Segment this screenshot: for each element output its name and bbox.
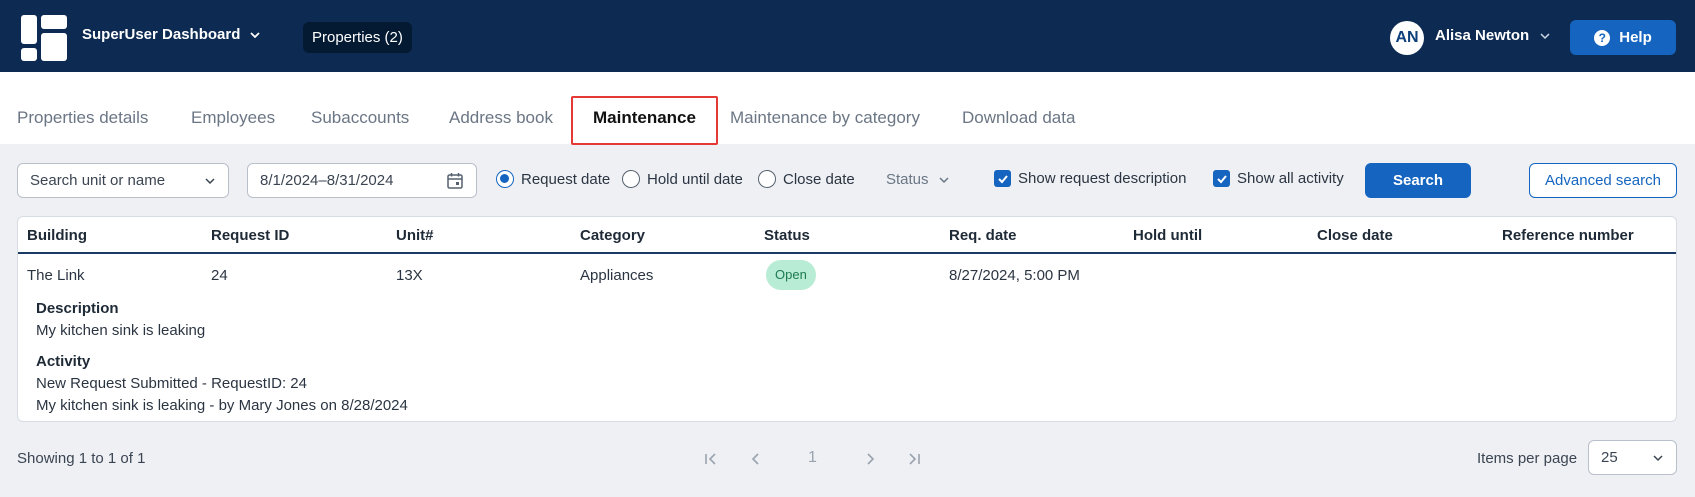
radio-label: Close date bbox=[783, 170, 855, 188]
items-per-page-label: Items per page bbox=[1477, 450, 1578, 467]
tab-subaccounts[interactable]: Subaccounts bbox=[311, 108, 409, 128]
help-label: Help bbox=[1619, 29, 1652, 46]
unit-search-value: Search unit or name bbox=[30, 172, 166, 189]
column-header-hold-until[interactable]: Hold until bbox=[1133, 227, 1202, 244]
tab-download-data[interactable]: Download data bbox=[962, 108, 1075, 128]
tab-address-book[interactable]: Address book bbox=[449, 108, 553, 128]
previous-page-icon[interactable] bbox=[748, 451, 764, 467]
column-header-req-date[interactable]: Req. date bbox=[949, 227, 1017, 244]
radio-label: Hold until date bbox=[647, 170, 743, 188]
checkbox-checked-icon[interactable] bbox=[994, 170, 1011, 187]
cell-category: Appliances bbox=[580, 267, 654, 284]
column-header-unit[interactable]: Unit# bbox=[396, 227, 434, 244]
maintenance-table: Building Request ID Unit# Category Statu… bbox=[17, 216, 1677, 422]
items-per-page-select[interactable]: 25 bbox=[1588, 440, 1677, 475]
status-badge: Open bbox=[766, 260, 816, 290]
header-divider bbox=[18, 252, 1676, 254]
column-header-reference-number[interactable]: Reference number bbox=[1502, 227, 1634, 244]
properties-button[interactable]: Properties (2) bbox=[303, 22, 412, 53]
date-range-input[interactable]: 8/1/2024–8/31/2024 bbox=[247, 163, 477, 198]
radio-close-date[interactable]: Close date bbox=[758, 170, 855, 188]
description-heading: Description bbox=[36, 300, 119, 317]
advanced-search-button[interactable]: Advanced search bbox=[1529, 163, 1677, 198]
top-bar: SuperUser Dashboard Properties (2) AN Al… bbox=[0, 0, 1695, 72]
first-page-icon[interactable] bbox=[703, 451, 719, 467]
chevron-down-icon bbox=[1540, 32, 1550, 39]
date-range-value: 8/1/2024–8/31/2024 bbox=[260, 172, 394, 189]
radio-button[interactable] bbox=[622, 170, 640, 188]
cell-request-id: 24 bbox=[211, 267, 228, 284]
page-number[interactable]: 1 bbox=[808, 449, 817, 467]
checkbox-label: Show all activity bbox=[1237, 170, 1344, 187]
radio-hold-until-date[interactable]: Hold until date bbox=[622, 170, 743, 188]
help-button[interactable]: ? Help bbox=[1570, 20, 1676, 55]
chevron-down-icon bbox=[250, 31, 261, 38]
cell-req-date: 8/27/2024, 5:00 PM bbox=[949, 267, 1080, 284]
tab-bar: Properties details Employees Subaccounts… bbox=[0, 72, 1695, 144]
status-dropdown[interactable]: Status bbox=[886, 171, 950, 188]
search-button[interactable]: Search bbox=[1365, 163, 1471, 198]
checkbox-checked-icon[interactable] bbox=[1213, 170, 1230, 187]
next-page-icon[interactable] bbox=[862, 451, 878, 467]
tab-maintenance-by-category[interactable]: Maintenance by category bbox=[730, 108, 920, 128]
items-per-page-value: 25 bbox=[1601, 449, 1618, 466]
column-header-request-id[interactable]: Request ID bbox=[211, 227, 289, 244]
avatar[interactable]: AN bbox=[1390, 21, 1424, 55]
dashboard-switcher[interactable]: SuperUser Dashboard bbox=[82, 26, 262, 43]
column-header-building[interactable]: Building bbox=[27, 227, 87, 244]
radio-button-selected[interactable] bbox=[496, 170, 514, 188]
radio-button[interactable] bbox=[758, 170, 776, 188]
last-page-icon[interactable] bbox=[906, 451, 922, 467]
radio-request-date[interactable]: Request date bbox=[496, 170, 610, 188]
radio-label: Request date bbox=[521, 170, 611, 188]
status-label: Status bbox=[886, 171, 929, 188]
description-text: My kitchen sink is leaking bbox=[36, 322, 206, 339]
user-menu[interactable]: Alisa Newton bbox=[1435, 27, 1551, 44]
user-name: Alisa Newton bbox=[1435, 27, 1530, 44]
activity-heading: Activity bbox=[36, 353, 91, 370]
column-header-close-date[interactable]: Close date bbox=[1317, 227, 1393, 244]
show-activity-checkbox[interactable]: Show all activity bbox=[1213, 170, 1344, 187]
checkbox-label: Show request description bbox=[1018, 170, 1187, 187]
cell-unit: 13X bbox=[396, 267, 423, 284]
tab-maintenance[interactable]: Maintenance bbox=[593, 108, 696, 128]
activity-line: New Request Submitted - RequestID: 24 bbox=[36, 375, 307, 392]
tab-employees[interactable]: Employees bbox=[191, 108, 275, 128]
calendar-icon[interactable] bbox=[446, 172, 464, 190]
question-circle-icon: ? bbox=[1594, 29, 1611, 46]
show-description-checkbox[interactable]: Show request description bbox=[994, 170, 1186, 187]
pagination-summary: Showing 1 to 1 of 1 bbox=[17, 450, 146, 467]
chevron-down-icon bbox=[1653, 454, 1663, 461]
column-header-status[interactable]: Status bbox=[764, 227, 810, 244]
app-logo-icon[interactable] bbox=[21, 15, 67, 61]
column-header-category[interactable]: Category bbox=[580, 227, 645, 244]
chevron-down-icon bbox=[205, 177, 215, 184]
dashboard-label: SuperUser Dashboard bbox=[82, 26, 241, 43]
activity-line: My kitchen sink is leaking - by Mary Jon… bbox=[36, 397, 408, 414]
chevron-down-icon bbox=[939, 176, 949, 183]
cell-building: The Link bbox=[27, 267, 85, 284]
tab-properties-details[interactable]: Properties details bbox=[17, 108, 148, 128]
unit-search-select[interactable]: Search unit or name bbox=[17, 163, 229, 198]
